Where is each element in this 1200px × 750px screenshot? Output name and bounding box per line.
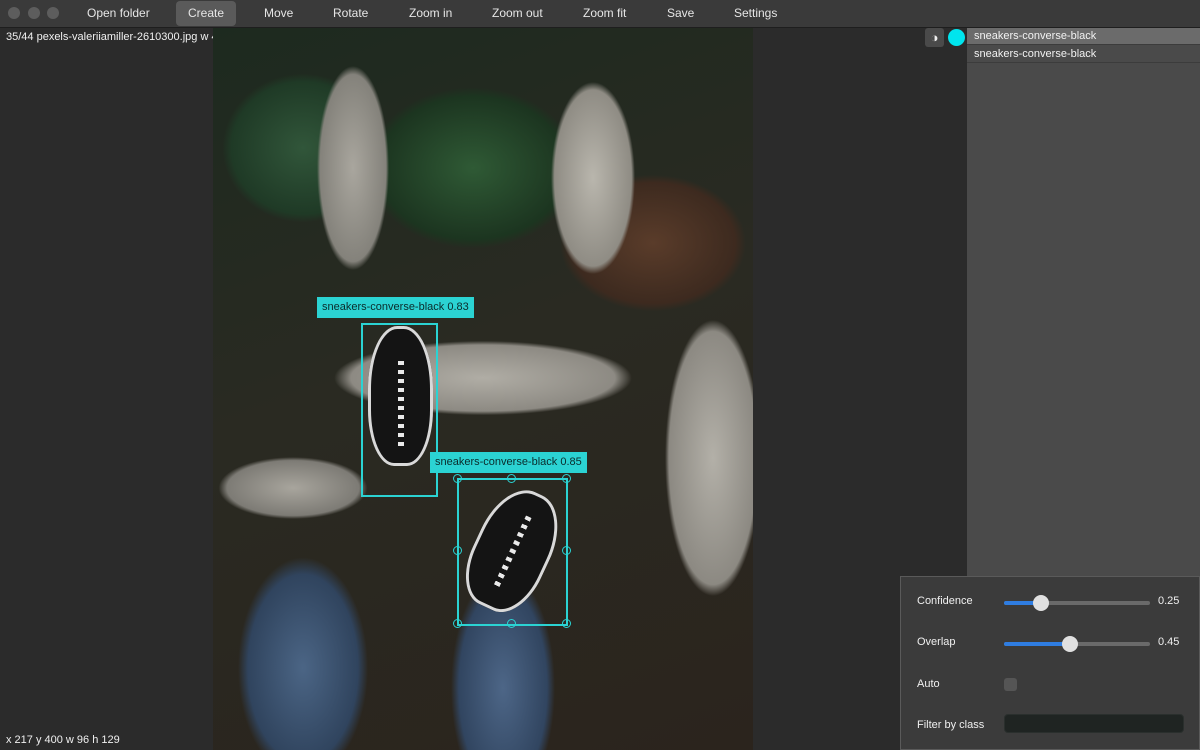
- zoom-in-button[interactable]: Zoom in: [397, 1, 464, 26]
- class-list-panel: sneakers-converse-black sneakers-convers…: [967, 28, 1200, 576]
- close-window-button[interactable]: [8, 7, 20, 19]
- filter-by-class-label: Filter by class: [917, 719, 985, 731]
- class-list-item[interactable]: sneakers-converse-black: [967, 46, 1200, 63]
- resize-handle-bottom[interactable]: [507, 619, 516, 628]
- contrast-toggle-icon[interactable]: ◑: [925, 28, 944, 47]
- save-button[interactable]: Save: [655, 1, 706, 26]
- resize-handle-left[interactable]: [453, 546, 462, 555]
- detection-settings-panel: Confidence 0.25 Overlap 0.45 Auto Filter…: [900, 576, 1200, 750]
- confidence-value: 0.25: [1158, 595, 1180, 607]
- class-list-item[interactable]: sneakers-converse-black: [967, 28, 1200, 45]
- move-button[interactable]: Move: [252, 1, 305, 26]
- zoom-out-button[interactable]: Zoom out: [480, 1, 555, 26]
- resize-handle-top-right[interactable]: [562, 474, 571, 483]
- resize-handle-bottom-left[interactable]: [453, 619, 462, 628]
- confidence-slider[interactable]: [1004, 595, 1150, 611]
- minimize-window-button[interactable]: [28, 7, 40, 19]
- auto-label: Auto: [917, 678, 940, 690]
- overlap-value: 0.45: [1158, 636, 1180, 648]
- coordinates-readout: x 217 y 400 w 96 h 129: [6, 734, 120, 746]
- confidence-label: Confidence: [917, 595, 973, 607]
- overlap-label: Overlap: [917, 636, 956, 648]
- settings-button[interactable]: Settings: [722, 1, 789, 26]
- overlap-slider[interactable]: [1004, 636, 1150, 652]
- image-canvas[interactable]: [213, 28, 753, 750]
- resize-handle-right[interactable]: [562, 546, 571, 555]
- window-titlebar: Open folder Create Move Rotate Zoom in Z…: [0, 0, 1200, 28]
- confidence-slider-thumb[interactable]: [1033, 595, 1049, 611]
- class-color-swatch[interactable]: [948, 29, 965, 46]
- detection-label: sneakers-converse-black 0.83: [317, 297, 474, 318]
- maximize-window-button[interactable]: [47, 7, 59, 19]
- open-folder-button[interactable]: Open folder: [75, 1, 162, 26]
- filter-by-class-input[interactable]: [1004, 714, 1184, 733]
- auto-checkbox[interactable]: [1004, 678, 1017, 691]
- zoom-fit-button[interactable]: Zoom fit: [571, 1, 638, 26]
- create-button[interactable]: Create: [176, 1, 237, 26]
- resize-handle-bottom-right[interactable]: [562, 619, 571, 628]
- resize-handle-top-left[interactable]: [453, 474, 462, 483]
- detection-label-selected: sneakers-converse-black 0.85: [430, 452, 587, 473]
- overlap-slider-thumb[interactable]: [1062, 636, 1078, 652]
- resize-handle-top[interactable]: [507, 474, 516, 483]
- rotate-button[interactable]: Rotate: [321, 1, 380, 26]
- bounding-box-selected[interactable]: [457, 478, 568, 626]
- bounding-box[interactable]: [361, 323, 438, 497]
